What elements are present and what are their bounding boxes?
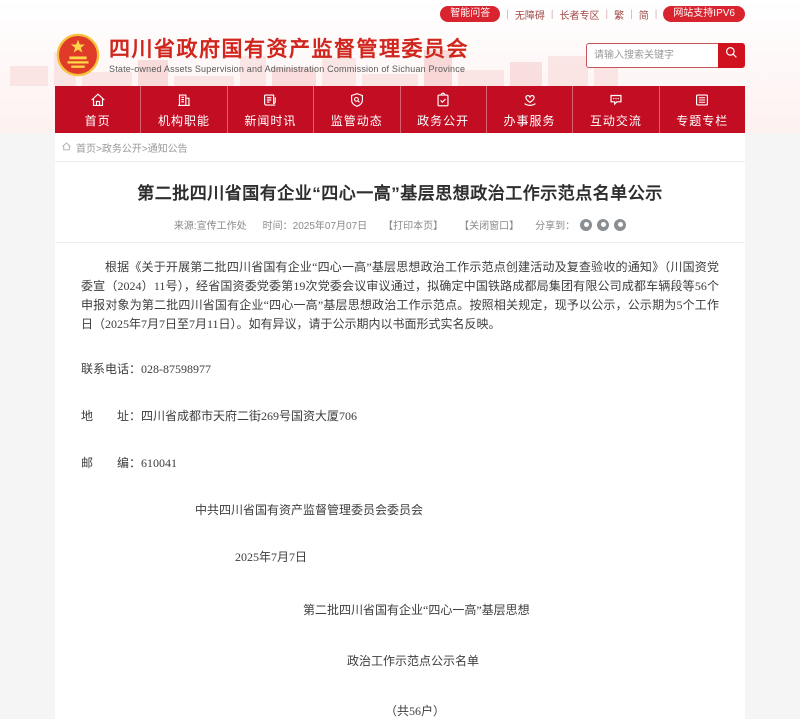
nav-label: 首页 bbox=[85, 112, 111, 129]
traditional-chinese-link[interactable]: 繁 bbox=[614, 7, 624, 22]
site-title-block: 四川省政府国有资产监督管理委员会 State-owned Assets Supe… bbox=[109, 37, 469, 74]
shield-icon bbox=[348, 91, 366, 109]
separator: | bbox=[551, 9, 554, 20]
topics-icon bbox=[693, 91, 711, 109]
chat-icon bbox=[607, 91, 625, 109]
contact-address: 地 址：四川省成都市天府二街269号国资大厦706 bbox=[81, 407, 745, 424]
site-title: 四川省政府国有资产监督管理委员会 bbox=[109, 37, 469, 62]
nav-item-home[interactable]: 首页 bbox=[55, 86, 141, 133]
nav-item-functions[interactable]: 机构职能 bbox=[141, 86, 227, 133]
appendix-title-line2: 政治工作示范点公示名单 bbox=[347, 652, 745, 669]
building-icon bbox=[175, 91, 193, 109]
print-page-button[interactable]: 【打印本页】 bbox=[383, 217, 443, 232]
share-label: 分享到： bbox=[535, 217, 575, 232]
nav-label: 互动交流 bbox=[590, 112, 642, 129]
separator: | bbox=[655, 9, 658, 20]
separator: | bbox=[506, 9, 509, 20]
meta-time: 时间：2025年07月07日 bbox=[263, 217, 368, 232]
breadcrumb-text: 首页>政务公开>通知公告 bbox=[76, 140, 188, 155]
appendix-count: （共56户） bbox=[385, 702, 745, 719]
news-icon bbox=[261, 91, 279, 109]
search-box bbox=[586, 43, 745, 68]
page: 智能问答 | 无障碍 | 长者专区 | 繁 | 简 | 网站支持IPV6 bbox=[0, 0, 800, 560]
contact-zip: 邮 编：610041 bbox=[81, 454, 745, 471]
site-header: 四川省政府国有资产监督管理委员会 State-owned Assets Supe… bbox=[55, 24, 745, 86]
site-subtitle: State-owned Assets Supervision and Admin… bbox=[109, 64, 469, 74]
breadcrumb-home-icon bbox=[61, 141, 72, 155]
signature-date: 2025年7月7日 bbox=[235, 548, 745, 565]
appendix-title-line1: 第二批四川省国有企业“四心一高”基层思想 bbox=[303, 601, 745, 618]
search-icon bbox=[724, 45, 739, 65]
share-wechat-icon[interactable] bbox=[580, 219, 592, 231]
nav-label: 办事服务 bbox=[504, 112, 556, 129]
nav-item-services[interactable]: 办事服务 bbox=[487, 86, 573, 133]
share-qq-icon[interactable] bbox=[614, 219, 626, 231]
article-body: 根据《关于开展第二批四川省国有企业“四心一高”基层思想政治工作示范点创建活动及复… bbox=[55, 258, 745, 719]
article-card: 首页>政务公开>通知公告 第二批四川省国有企业“四心一高”基层思想政治工作示范点… bbox=[55, 133, 745, 719]
close-window-button[interactable]: 【关闭窗口】 bbox=[459, 217, 519, 232]
site-banner: 智能问答 | 无障碍 | 长者专区 | 繁 | 简 | 网站支持IPV6 bbox=[0, 0, 800, 133]
share-block: 分享到： bbox=[535, 217, 626, 232]
search-input[interactable] bbox=[586, 43, 718, 68]
separator: | bbox=[605, 9, 608, 20]
meta-source: 来源:宣传工作处 bbox=[174, 217, 247, 232]
separator: | bbox=[630, 9, 633, 20]
article-meta: 来源:宣传工作处 时间：2025年07月07日 【打印本页】 【关闭窗口】 分享… bbox=[55, 217, 745, 232]
nav-item-supervision[interactable]: 监管动态 bbox=[314, 86, 400, 133]
nav-label: 专题专栏 bbox=[676, 112, 728, 129]
signature-org: 中共四川省国有资产监督管理委员会委员会 bbox=[195, 501, 745, 518]
nav-item-news[interactable]: 新闻时讯 bbox=[228, 86, 314, 133]
content-background: 首页>政务公开>通知公告 第二批四川省国有企业“四心一高”基层思想政治工作示范点… bbox=[0, 133, 800, 560]
accessibility-link[interactable]: 无障碍 bbox=[515, 7, 545, 22]
nav-item-interaction[interactable]: 互动交流 bbox=[573, 86, 659, 133]
top-utility-bar: 智能问答 | 无障碍 | 长者专区 | 繁 | 简 | 网站支持IPV6 bbox=[55, 0, 745, 24]
nav-label: 机构职能 bbox=[158, 112, 210, 129]
national-emblem-logo bbox=[55, 32, 101, 78]
home-icon bbox=[89, 91, 107, 109]
search-button[interactable] bbox=[718, 43, 745, 68]
simplified-chinese-link[interactable]: 简 bbox=[639, 7, 649, 22]
contact-phone: 联系电话：028-87598977 bbox=[81, 360, 745, 377]
meta-divider bbox=[55, 242, 745, 243]
article-title: 第二批四川省国有企业“四心一高”基层思想政治工作示范点名单公示 bbox=[55, 179, 745, 204]
smart-qa-button[interactable]: 智能问答 bbox=[440, 6, 500, 22]
nav-label: 监管动态 bbox=[331, 112, 383, 129]
nav-item-gov-info[interactable]: 政务公开 bbox=[401, 86, 487, 133]
nav-label: 新闻时讯 bbox=[244, 112, 296, 129]
elderly-zone-link[interactable]: 长者专区 bbox=[559, 7, 599, 22]
nav-item-special-topics[interactable]: 专题专栏 bbox=[660, 86, 745, 133]
article-paragraph: 根据《关于开展第二批四川省国有企业“四心一高”基层思想政治工作示范点创建活动及复… bbox=[81, 258, 719, 334]
nav-label: 政务公开 bbox=[417, 112, 469, 129]
share-weibo-icon[interactable] bbox=[597, 219, 609, 231]
main-navigation: 首页 机构职能 新闻时讯 监管动态 bbox=[55, 86, 745, 133]
clipboard-icon bbox=[434, 91, 452, 109]
service-heart-icon bbox=[521, 91, 539, 109]
breadcrumb[interactable]: 首页>政务公开>通知公告 bbox=[55, 133, 745, 162]
ipv6-support-button[interactable]: 网站支持IPV6 bbox=[663, 6, 745, 22]
